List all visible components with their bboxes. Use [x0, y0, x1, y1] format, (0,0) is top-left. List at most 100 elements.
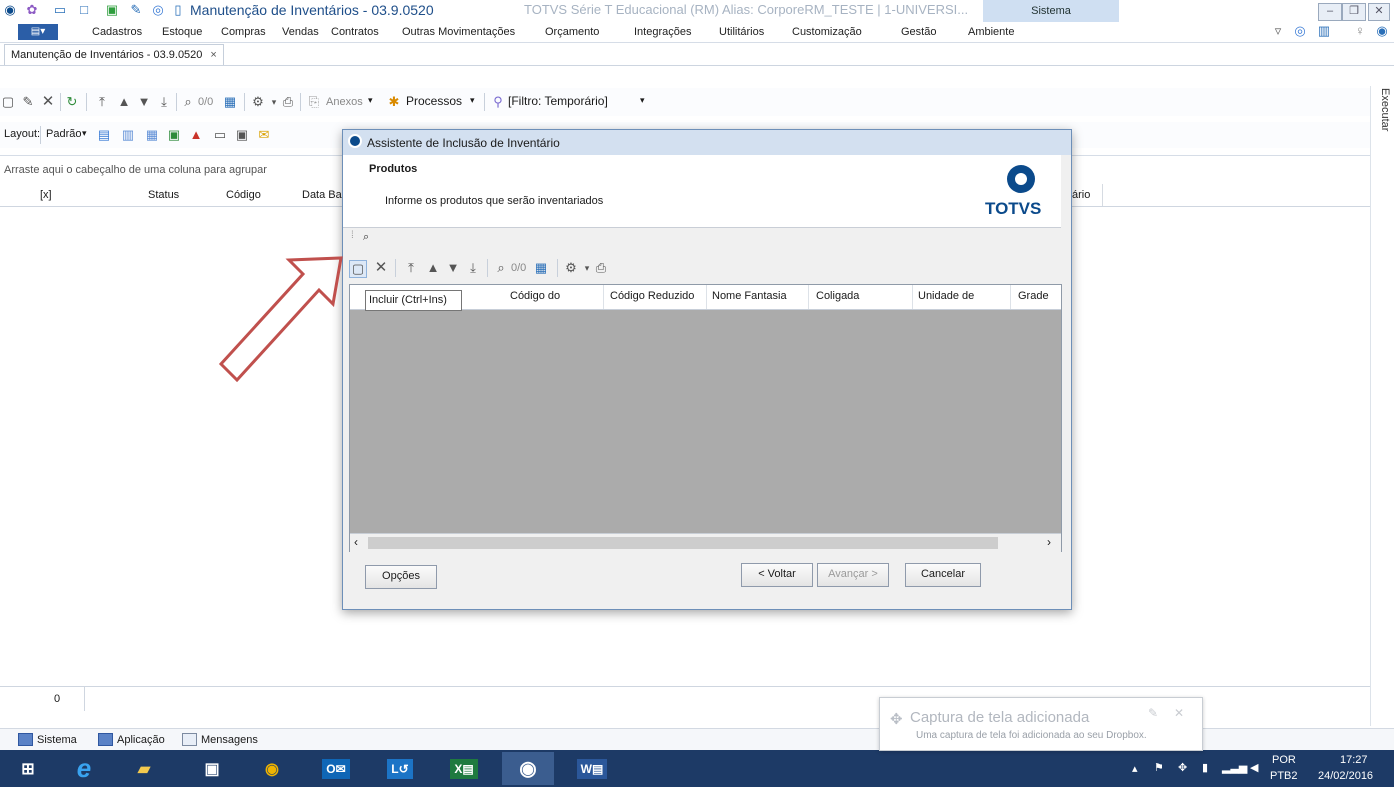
scroll-thumb[interactable] — [368, 537, 998, 549]
menu-integracoes[interactable]: Integrações — [634, 26, 691, 38]
quick-tools-icon[interactable]: ✎ — [128, 3, 144, 17]
column-codigo-reduzido[interactable]: Código Reduzido — [610, 290, 694, 302]
column-nome-fantasia[interactable]: Nome Fantasia — [712, 290, 787, 302]
doc-tab-inventarios[interactable]: Manutenção de Inventários - 03.9.0520 × — [4, 44, 224, 65]
lightbulb-icon[interactable]: ♀ — [1352, 24, 1368, 38]
bottom-tab-aplicacao[interactable]: Aplicação — [98, 733, 165, 746]
outlook-icon[interactable]: O✉ — [310, 752, 362, 785]
last-record-icon[interactable]: ⤓ — [156, 94, 172, 110]
store-icon[interactable]: ▣ — [186, 752, 238, 785]
scroll-left-icon[interactable]: ‹ — [354, 535, 358, 549]
dialog-print-icon[interactable]: ⎙ — [593, 260, 609, 276]
dialog-last-icon[interactable]: ⤓ — [465, 260, 481, 276]
menu-estoque[interactable]: Estoque — [162, 26, 202, 38]
binoculars-icon[interactable]: ⌕ — [363, 231, 369, 244]
column-coligada[interactable]: Coligada — [816, 290, 859, 302]
processos-caret-icon[interactable]: ▾ — [470, 95, 475, 106]
menu-ambiente[interactable]: Ambiente — [968, 26, 1014, 38]
application-menu-button[interactable]: ▤▾ — [18, 24, 58, 40]
layout-export-icon[interactable]: ▣ — [166, 127, 182, 143]
help-icon[interactable]: ◉ — [1374, 24, 1390, 38]
menu-vendas[interactable]: Vendas — [282, 26, 319, 38]
flag-icon[interactable]: ⚑ — [1154, 761, 1164, 774]
column-data-base[interactable]: Data Ba — [302, 189, 342, 201]
grip-handle-icon[interactable]: ⁞ — [351, 230, 354, 241]
layout-columns-icon[interactable]: ▤ — [96, 127, 112, 143]
volume-icon[interactable]: ◀ — [1250, 761, 1258, 774]
dialog-delete-icon[interactable]: ✕ — [373, 260, 389, 276]
dialog-next-icon[interactable]: ▼ — [445, 260, 461, 276]
column-status[interactable]: Status — [148, 189, 179, 201]
refresh-icon[interactable]: ↻ — [64, 94, 80, 110]
horizontal-scrollbar[interactable]: ‹ › — [350, 533, 1061, 552]
executar-panel-button[interactable]: Executar — [1377, 88, 1391, 131]
new-record-icon[interactable]: ▢ — [0, 94, 16, 110]
tray-overflow-icon[interactable]: ▴ — [1132, 762, 1138, 775]
column-codigo-do[interactable]: Código do — [510, 290, 560, 302]
sistema-context-tab[interactable]: Sistema — [983, 0, 1119, 22]
chrome-icon[interactable]: ◉ — [246, 752, 298, 785]
menu-cadastros[interactable]: Cadastros — [92, 26, 142, 38]
layout-filter-icon[interactable]: ▦ — [144, 127, 160, 143]
menu-contratos[interactable]: Contratos — [331, 26, 379, 38]
column-usuario[interactable]: ário — [1072, 189, 1090, 201]
toast-settings-icon[interactable]: ✎ — [1148, 706, 1158, 720]
word-icon[interactable]: W▤ — [566, 752, 618, 785]
start-button[interactable]: ⊞ — [2, 752, 54, 785]
minimize-button[interactable]: – — [1318, 3, 1342, 21]
column-select-all[interactable]: [x] — [40, 189, 52, 201]
layout-import-icon[interactable]: ▲ — [188, 127, 204, 143]
search-icon[interactable]: ⌕ — [180, 94, 196, 110]
next-record-icon[interactable]: ▼ — [136, 94, 152, 110]
internet-explorer-icon[interactable]: e — [58, 752, 110, 785]
doc-tab-close-icon[interactable]: × — [210, 49, 216, 61]
battery-icon[interactable]: ▮ — [1202, 761, 1208, 774]
scroll-right-icon[interactable]: › — [1047, 535, 1051, 549]
dialog-prev-icon[interactable]: ▲ — [425, 260, 441, 276]
maximize-button[interactable]: ❐ — [1342, 3, 1366, 21]
totvs-taskbar-icon[interactable]: ◉ — [502, 752, 554, 785]
clock-date[interactable]: 24/02/2016 — [1318, 770, 1373, 782]
first-record-icon[interactable]: ⤒ — [94, 94, 110, 110]
dropbox-notification[interactable]: ✥ Captura de tela adicionada ✎ ✕ Uma cap… — [879, 697, 1203, 751]
grid-view-icon[interactable]: ▦ — [222, 94, 238, 110]
voltar-button[interactable]: < Voltar — [741, 563, 813, 587]
dialog-titlebar[interactable]: Assistente de Inclusão de Inventário — [343, 130, 1071, 155]
opcoes-button[interactable]: Opções — [365, 565, 437, 589]
layout-save-icon[interactable]: ▭ — [212, 127, 228, 143]
toast-close-icon[interactable]: ✕ — [1174, 706, 1184, 720]
menu-outras-movimentacoes[interactable]: Outras Movimentações — [402, 26, 515, 38]
dialog-search-icon[interactable]: ⌕ — [493, 260, 509, 276]
menu-compras[interactable]: Compras — [221, 26, 266, 38]
bottom-tab-mensagens[interactable]: Mensagens — [182, 733, 258, 746]
clock-time[interactable]: 17:27 — [1340, 754, 1368, 766]
quick-window-icon[interactable]: □ — [76, 3, 92, 17]
window-layout-icon[interactable]: ▥ — [1316, 24, 1332, 38]
dialog-first-icon[interactable]: ⤒ — [403, 260, 419, 276]
menu-gestao[interactable]: Gestão — [901, 26, 936, 38]
layout-group-icon[interactable]: ▥ — [120, 127, 136, 143]
products-grid[interactable]: Código do Código Reduzido Nome Fantasia … — [349, 284, 1062, 552]
quick-globe-icon[interactable]: ◎ — [150, 3, 166, 17]
cancelar-button[interactable]: Cancelar — [905, 563, 981, 587]
file-explorer-icon[interactable]: ▰ — [118, 752, 170, 785]
delete-record-icon[interactable]: ✕ — [40, 94, 56, 110]
close-window-button[interactable]: ✕ — [1368, 3, 1390, 21]
excel-icon[interactable]: X▤ — [438, 752, 490, 785]
lync-icon[interactable]: L↺ — [374, 752, 426, 785]
layout-sum-icon[interactable]: ▣ — [234, 127, 250, 143]
keyboard-layout[interactable]: PTB2 — [1270, 770, 1298, 782]
processos-button[interactable]: Processos — [406, 94, 462, 108]
language-code[interactable]: POR — [1272, 754, 1296, 766]
layout-padrao-dropdown[interactable]: Padrão — [46, 128, 81, 140]
collapse-ribbon-icon[interactable]: ▿ — [1270, 24, 1286, 38]
dialog-attach-icon[interactable]: ⚙ — [563, 260, 579, 276]
menu-utilitarios[interactable]: Utilitários — [719, 26, 764, 38]
quick-grid-icon[interactable]: ▣ — [104, 3, 120, 17]
column-grade[interactable]: Grade — [1018, 290, 1049, 302]
anexos-button[interactable]: Anexos — [326, 96, 363, 108]
filter-caret-icon[interactable]: ▾ — [640, 95, 645, 106]
filter-button[interactable]: [Filtro: Temporário] — [508, 94, 608, 108]
quick-page-icon[interactable]: ▯ — [170, 3, 186, 17]
quick-save-icon[interactable]: ▭ — [52, 3, 68, 17]
